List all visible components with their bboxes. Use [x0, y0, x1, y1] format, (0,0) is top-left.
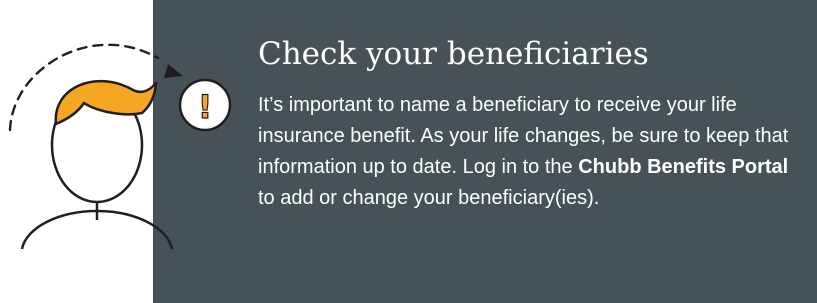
illustration: !: [8, 43, 232, 250]
alert-symbol: !: [198, 88, 213, 126]
alert-icon: !: [178, 78, 232, 132]
callout-title: Check your beneficiaries: [258, 36, 649, 72]
body-text-end: to add or change your beneficiary(ies).: [258, 187, 600, 209]
portal-name: Chubb Benefits Portal: [578, 156, 789, 178]
beneficiary-callout: ! Check your beneficiaries It’s importan…: [0, 0, 817, 303]
person-icon: [20, 80, 174, 250]
callout-body: It’s important to name a beneficiary to …: [258, 90, 803, 214]
